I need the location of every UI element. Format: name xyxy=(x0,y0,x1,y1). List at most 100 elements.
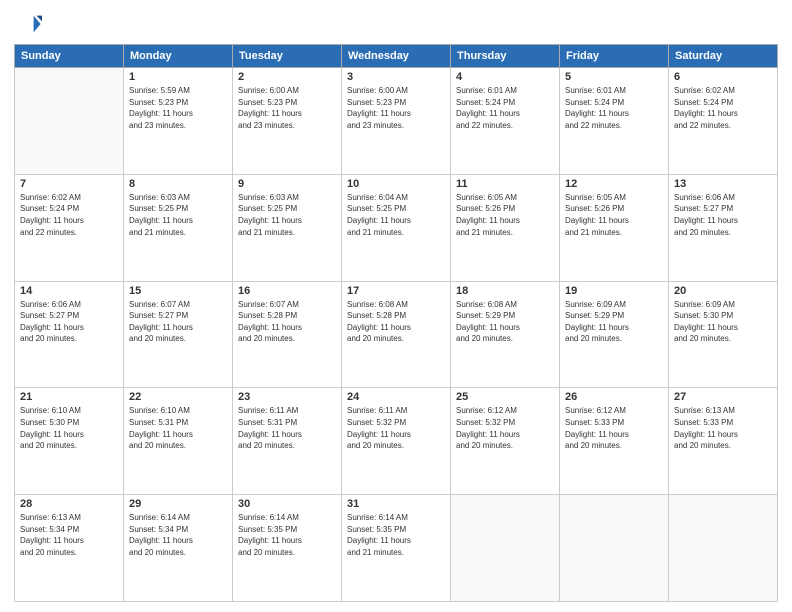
day-cell: 10 Sunrise: 6:04 AM Sunset: 5:25 PM Dayli… xyxy=(342,174,451,281)
day-info: Sunrise: 6:01 AM Sunset: 5:24 PM Dayligh… xyxy=(565,85,663,131)
day-number: 28 xyxy=(20,498,118,510)
day-cell: 30 Sunrise: 6:14 AM Sunset: 5:35 PM Dayli… xyxy=(233,495,342,602)
day-info: Sunrise: 6:06 AM Sunset: 5:27 PM Dayligh… xyxy=(674,192,772,238)
day-cell: 4Sunrise: 6:01 AM Sunset: 5:24 PM Daylig… xyxy=(451,68,560,175)
day-info: Sunrise: 6:03 AM Sunset: 5:25 PM Dayligh… xyxy=(238,192,336,238)
week-row-2: 7 Sunrise: 6:02 AM Sunset: 5:24 PM Daylig… xyxy=(15,174,778,281)
day-number: 5 xyxy=(565,71,663,83)
calendar-header: SundayMondayTuesdayWednesdayThursdayFrid… xyxy=(15,45,778,68)
day-number: 25 xyxy=(456,391,554,403)
day-info: Sunrise: 6:07 AM Sunset: 5:28 PM Dayligh… xyxy=(238,299,336,345)
day-cell: 12 Sunrise: 6:05 AM Sunset: 5:26 PM Dayli… xyxy=(560,174,669,281)
column-header-wednesday: Wednesday xyxy=(342,45,451,68)
day-info: Sunrise: 6:12 AM Sunset: 5:33 PM Dayligh… xyxy=(565,405,663,451)
day-cell: 7 Sunrise: 6:02 AM Sunset: 5:24 PM Daylig… xyxy=(15,174,124,281)
day-number: 13 xyxy=(674,178,772,190)
day-cell: 26 Sunrise: 6:12 AM Sunset: 5:33 PM Dayli… xyxy=(560,388,669,495)
day-info: Sunrise: 6:11 AM Sunset: 5:31 PM Dayligh… xyxy=(238,405,336,451)
day-info: Sunrise: 6:11 AM Sunset: 5:32 PM Dayligh… xyxy=(347,405,445,451)
logo-icon xyxy=(14,10,42,38)
day-cell: 23 Sunrise: 6:11 AM Sunset: 5:31 PM Dayli… xyxy=(233,388,342,495)
day-cell: 14 Sunrise: 6:06 AM Sunset: 5:27 PM Dayli… xyxy=(15,281,124,388)
day-cell: 27Sunrise: 6:13 AM Sunset: 5:33 PM Dayli… xyxy=(669,388,778,495)
week-row-3: 14 Sunrise: 6:06 AM Sunset: 5:27 PM Dayli… xyxy=(15,281,778,388)
day-cell xyxy=(451,495,560,602)
day-cell xyxy=(669,495,778,602)
day-number: 20 xyxy=(674,285,772,297)
day-info: Sunrise: 6:10 AM Sunset: 5:31 PM Dayligh… xyxy=(129,405,227,451)
day-number: 27 xyxy=(674,391,772,403)
day-info: Sunrise: 6:01 AM Sunset: 5:24 PM Dayligh… xyxy=(456,85,554,131)
day-number: 10 xyxy=(347,178,445,190)
day-info: Sunrise: 6:09 AM Sunset: 5:29 PM Dayligh… xyxy=(565,299,663,345)
day-cell: 19 Sunrise: 6:09 AM Sunset: 5:29 PM Dayli… xyxy=(560,281,669,388)
day-cell: 16 Sunrise: 6:07 AM Sunset: 5:28 PM Dayli… xyxy=(233,281,342,388)
day-cell: 9 Sunrise: 6:03 AM Sunset: 5:25 PM Daylig… xyxy=(233,174,342,281)
day-number: 15 xyxy=(129,285,227,297)
day-cell: 31 Sunrise: 6:14 AM Sunset: 5:35 PM Dayli… xyxy=(342,495,451,602)
day-info: Sunrise: 6:05 AM Sunset: 5:26 PM Dayligh… xyxy=(456,192,554,238)
day-info: Sunrise: 6:06 AM Sunset: 5:27 PM Dayligh… xyxy=(20,299,118,345)
column-header-tuesday: Tuesday xyxy=(233,45,342,68)
day-number: 1 xyxy=(129,71,227,83)
day-cell: 28 Sunrise: 6:13 AM Sunset: 5:34 PM Dayli… xyxy=(15,495,124,602)
day-cell: 22 Sunrise: 6:10 AM Sunset: 5:31 PM Dayli… xyxy=(124,388,233,495)
day-info: Sunrise: 6:00 AM Sunset: 5:23 PM Dayligh… xyxy=(347,85,445,131)
day-cell: 15 Sunrise: 6:07 AM Sunset: 5:27 PM Dayli… xyxy=(124,281,233,388)
day-info: Sunrise: 6:03 AM Sunset: 5:25 PM Dayligh… xyxy=(129,192,227,238)
day-number: 8 xyxy=(129,178,227,190)
column-header-saturday: Saturday xyxy=(669,45,778,68)
day-info: Sunrise: 6:14 AM Sunset: 5:35 PM Dayligh… xyxy=(347,512,445,558)
day-info: Sunrise: 6:08 AM Sunset: 5:28 PM Dayligh… xyxy=(347,299,445,345)
day-info: Sunrise: 6:09 AM Sunset: 5:30 PM Dayligh… xyxy=(674,299,772,345)
day-number: 22 xyxy=(129,391,227,403)
day-info: Sunrise: 6:13 AM Sunset: 5:34 PM Dayligh… xyxy=(20,512,118,558)
day-cell: 2 Sunrise: 6:00 AM Sunset: 5:23 PM Daylig… xyxy=(233,68,342,175)
day-number: 2 xyxy=(238,71,336,83)
day-info: Sunrise: 6:04 AM Sunset: 5:25 PM Dayligh… xyxy=(347,192,445,238)
day-number: 12 xyxy=(565,178,663,190)
day-cell: 3 Sunrise: 6:00 AM Sunset: 5:23 PM Daylig… xyxy=(342,68,451,175)
week-row-5: 28 Sunrise: 6:13 AM Sunset: 5:34 PM Dayli… xyxy=(15,495,778,602)
day-number: 31 xyxy=(347,498,445,510)
day-number: 6 xyxy=(674,71,772,83)
day-cell: 13 Sunrise: 6:06 AM Sunset: 5:27 PM Dayli… xyxy=(669,174,778,281)
day-info: Sunrise: 6:14 AM Sunset: 5:35 PM Dayligh… xyxy=(238,512,336,558)
day-info: Sunrise: 6:07 AM Sunset: 5:27 PM Dayligh… xyxy=(129,299,227,345)
day-cell xyxy=(560,495,669,602)
day-cell: 20 Sunrise: 6:09 AM Sunset: 5:30 PM Dayli… xyxy=(669,281,778,388)
day-info: Sunrise: 6:00 AM Sunset: 5:23 PM Dayligh… xyxy=(238,85,336,131)
day-number: 3 xyxy=(347,71,445,83)
day-info: Sunrise: 6:14 AM Sunset: 5:34 PM Dayligh… xyxy=(129,512,227,558)
week-row-1: 1Sunrise: 5:59 AM Sunset: 5:23 PM Daylig… xyxy=(15,68,778,175)
page: SundayMondayTuesdayWednesdayThursdayFrid… xyxy=(0,0,792,612)
day-info: Sunrise: 6:05 AM Sunset: 5:26 PM Dayligh… xyxy=(565,192,663,238)
day-number: 23 xyxy=(238,391,336,403)
day-number: 7 xyxy=(20,178,118,190)
logo xyxy=(14,10,46,38)
day-number: 9 xyxy=(238,178,336,190)
day-cell: 6Sunrise: 6:02 AM Sunset: 5:24 PM Daylig… xyxy=(669,68,778,175)
day-info: Sunrise: 6:02 AM Sunset: 5:24 PM Dayligh… xyxy=(20,192,118,238)
column-header-friday: Friday xyxy=(560,45,669,68)
calendar-table: SundayMondayTuesdayWednesdayThursdayFrid… xyxy=(14,44,778,602)
day-number: 18 xyxy=(456,285,554,297)
day-number: 16 xyxy=(238,285,336,297)
day-cell: 11 Sunrise: 6:05 AM Sunset: 5:26 PM Dayli… xyxy=(451,174,560,281)
day-cell: 29 Sunrise: 6:14 AM Sunset: 5:34 PM Dayli… xyxy=(124,495,233,602)
day-number: 30 xyxy=(238,498,336,510)
day-info: Sunrise: 6:10 AM Sunset: 5:30 PM Dayligh… xyxy=(20,405,118,451)
day-number: 21 xyxy=(20,391,118,403)
day-number: 14 xyxy=(20,285,118,297)
day-number: 26 xyxy=(565,391,663,403)
calendar-body: 1Sunrise: 5:59 AM Sunset: 5:23 PM Daylig… xyxy=(15,68,778,602)
day-number: 11 xyxy=(456,178,554,190)
day-cell xyxy=(15,68,124,175)
day-number: 24 xyxy=(347,391,445,403)
day-cell: 18Sunrise: 6:08 AM Sunset: 5:29 PM Dayli… xyxy=(451,281,560,388)
day-number: 29 xyxy=(129,498,227,510)
header-row: SundayMondayTuesdayWednesdayThursdayFrid… xyxy=(15,45,778,68)
day-number: 19 xyxy=(565,285,663,297)
day-cell: 25Sunrise: 6:12 AM Sunset: 5:32 PM Dayli… xyxy=(451,388,560,495)
day-cell: 17Sunrise: 6:08 AM Sunset: 5:28 PM Dayli… xyxy=(342,281,451,388)
